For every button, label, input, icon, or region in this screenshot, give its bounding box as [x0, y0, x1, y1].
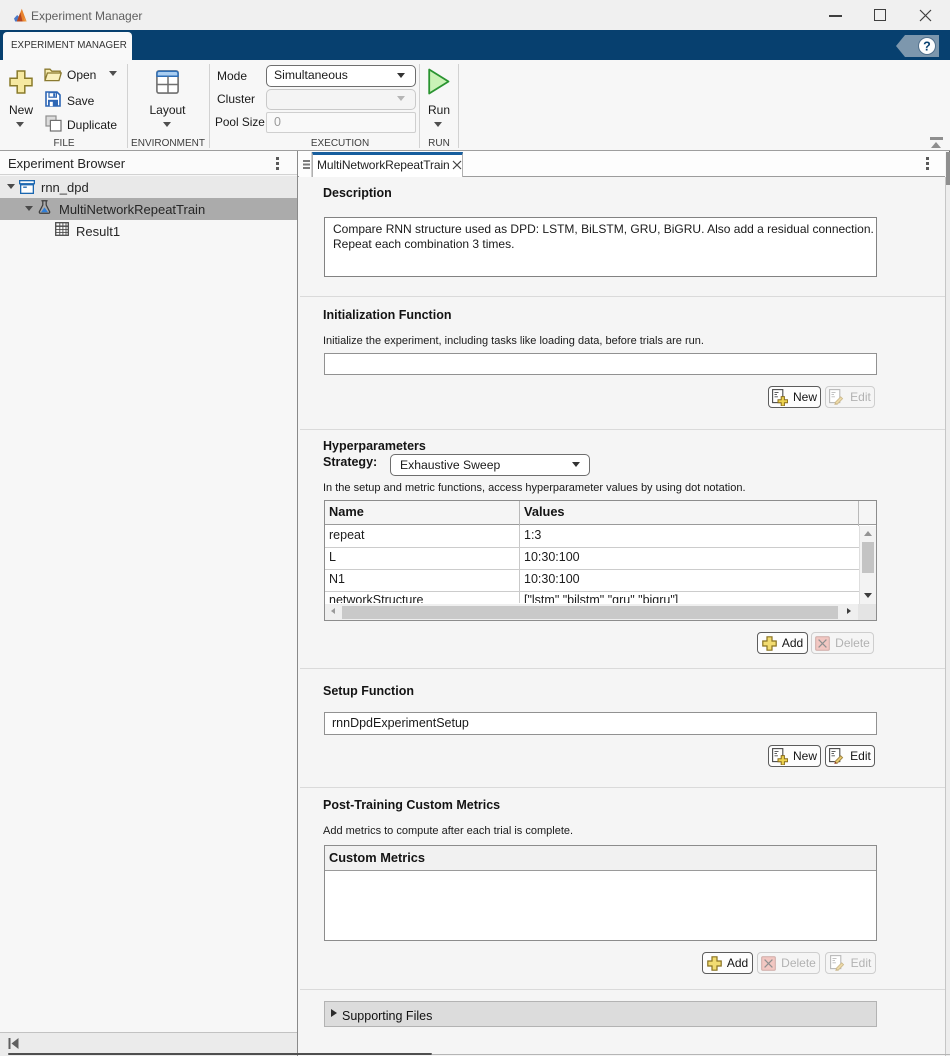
svg-text:?: ? [923, 40, 931, 54]
